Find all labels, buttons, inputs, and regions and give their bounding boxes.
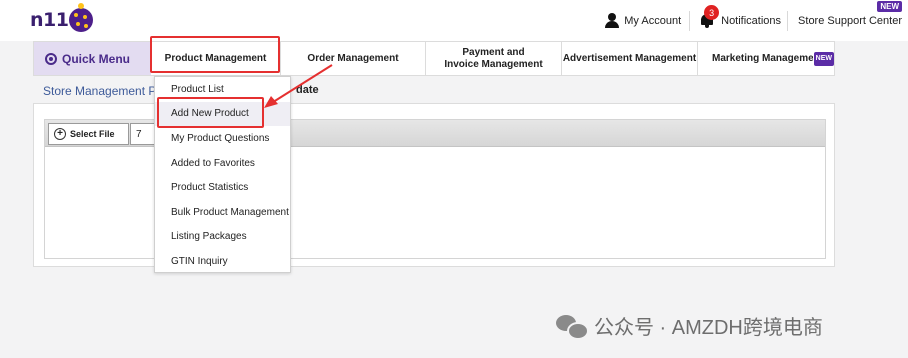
pointer-arrow-icon bbox=[264, 64, 333, 108]
menu-item-label: Product List bbox=[171, 83, 224, 95]
menu-item-label: GTIN Inquiry bbox=[171, 255, 228, 267]
menu-item-label: Listing Packages bbox=[171, 231, 247, 243]
menu-item-bulk-product-management[interactable]: Bulk Product Management bbox=[155, 200, 290, 225]
support-new-badge: NEW bbox=[877, 0, 902, 12]
notifications-link[interactable]: 3 Notifications bbox=[690, 5, 787, 28]
nav-payment-invoice-management[interactable]: Payment and Invoice Management bbox=[426, 42, 562, 75]
menu-item-label: Added to Favorites bbox=[171, 157, 255, 169]
store-support-center-label: Store Support Center bbox=[798, 14, 902, 27]
quick-menu-button[interactable]: Quick Menu bbox=[34, 42, 151, 75]
upload-button-label: 7 bbox=[136, 128, 142, 140]
breadcrumb[interactable]: Store Management Pa bbox=[43, 84, 163, 98]
nav-item-label: Marketing Management bbox=[712, 52, 813, 64]
menu-item-gtin-inquiry[interactable]: GTIN Inquiry bbox=[155, 249, 290, 274]
user-icon bbox=[605, 13, 620, 28]
gear-icon bbox=[45, 52, 57, 65]
logo-text: n11 bbox=[30, 9, 69, 31]
select-file-button[interactable]: + Select File bbox=[48, 123, 129, 145]
header-actions: My Account 3 Notifications NEW Store Sup… bbox=[605, 0, 908, 41]
notifications-label: Notifications bbox=[721, 14, 782, 27]
n11-logo[interactable]: n11 bbox=[30, 3, 94, 35]
nav-item-label: Payment and Invoice Management bbox=[444, 46, 543, 70]
quick-menu-label: Quick Menu bbox=[62, 51, 131, 66]
watermark-text: 公众号 · AMZDH跨境电商 bbox=[594, 317, 823, 339]
store-support-center-link[interactable]: NEW Store Support Center bbox=[788, 0, 908, 27]
notification-count-badge: 3 bbox=[704, 5, 720, 20]
top-header: n11 My Account 3 Notifications NEW Store… bbox=[0, 0, 908, 41]
plus-circle-icon: + bbox=[54, 128, 66, 140]
menu-item-added-to-favorites[interactable]: Added to Favorites bbox=[155, 151, 290, 176]
menu-item-label: Bulk Product Management bbox=[171, 206, 289, 218]
nav-item-label: Advertisement Management bbox=[562, 52, 697, 64]
my-account-link[interactable]: My Account bbox=[605, 13, 689, 28]
menu-item-my-product-questions[interactable]: My Product Questions bbox=[155, 126, 290, 151]
nav-advertisement-management[interactable]: Advertisement Management bbox=[562, 42, 698, 75]
menu-item-label: Product Statistics bbox=[171, 182, 249, 194]
select-file-label: Select File bbox=[70, 129, 115, 139]
my-account-label: My Account bbox=[624, 14, 682, 27]
wechat-icon bbox=[556, 313, 589, 340]
add-new-product-highlight bbox=[157, 97, 264, 128]
nav-marketing-management[interactable]: Marketing Management NEW bbox=[698, 42, 834, 75]
ladybug-logo-icon bbox=[69, 3, 94, 32]
menu-item-product-statistics[interactable]: Product Statistics bbox=[155, 175, 290, 200]
marketing-new-badge: NEW bbox=[813, 51, 834, 66]
menu-item-listing-packages[interactable]: Listing Packages bbox=[155, 225, 290, 250]
menu-item-label: My Product Questions bbox=[171, 132, 270, 144]
watermark: 公众号 · AMZDH跨境电商 bbox=[556, 311, 823, 340]
